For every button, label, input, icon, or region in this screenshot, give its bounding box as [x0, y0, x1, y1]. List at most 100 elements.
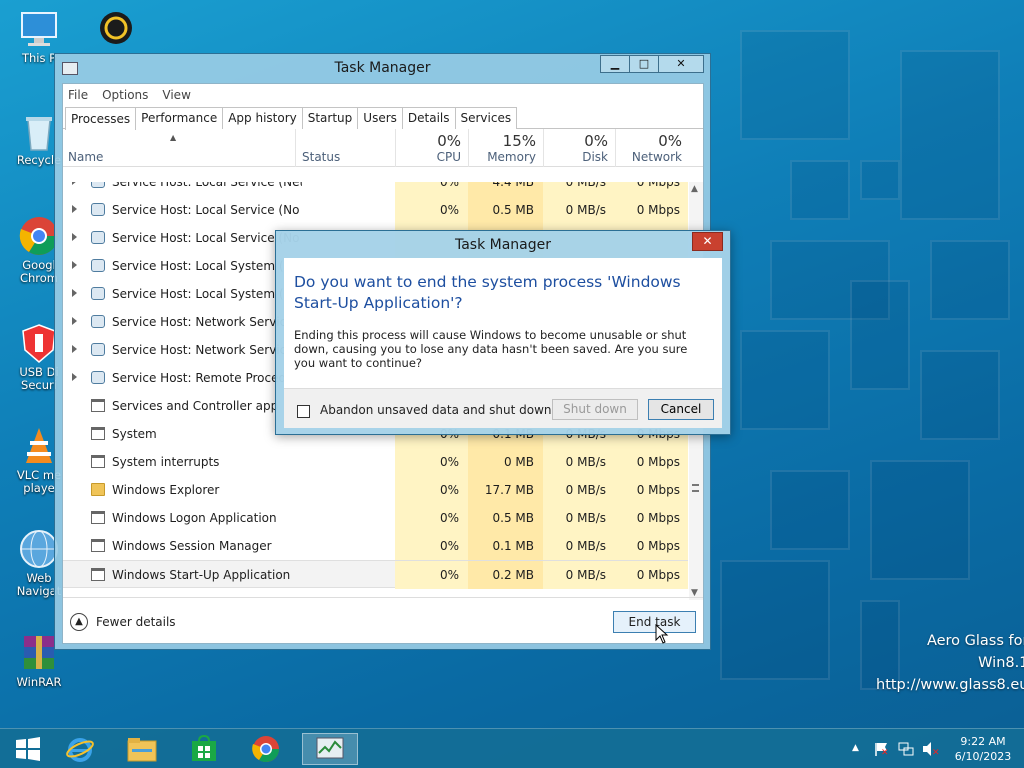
- desktop-icon-cm[interactable]: [88, 8, 144, 52]
- scroll-up-icon[interactable]: ▲: [691, 184, 698, 194]
- process-row[interactable]: Windows Session Manager 0% 0.1 MB 0 MB/s 0 M…: [63, 532, 688, 560]
- chrome-icon: [252, 736, 280, 763]
- taskbar: ▲ ✕ ✕ 9:22 AM 6/10/2023: [0, 728, 1024, 768]
- process-disk: 0 MB/s: [543, 448, 615, 476]
- tray-overflow-icon[interactable]: ▲: [852, 743, 859, 753]
- taskbar-clock[interactable]: 9:22 AM 6/10/2023: [950, 734, 1016, 764]
- end-process-dialog: Task Manager ✕ Do you want to end the sy…: [275, 230, 731, 435]
- process-gear-icon: [91, 287, 105, 300]
- taskbar-store[interactable]: [176, 733, 232, 765]
- tab-strip: Processes Performance App history Startu…: [63, 106, 703, 130]
- start-button[interactable]: [0, 733, 56, 765]
- dialog-message: Ending this process will cause Windows t…: [294, 328, 688, 370]
- taskbar-file-explorer[interactable]: [114, 733, 170, 765]
- menu-file[interactable]: File: [68, 88, 88, 102]
- expand-arrow-icon[interactable]: [72, 233, 77, 241]
- process-disk: 0 MB/s: [543, 561, 615, 589]
- abandon-data-label[interactable]: Abandon unsaved data and shut down.: [320, 403, 555, 417]
- tab-app-history[interactable]: App history: [222, 107, 303, 129]
- process-name: Windows Logon Application: [112, 511, 277, 525]
- column-network[interactable]: 0% Network: [615, 129, 689, 167]
- expand-arrow-icon[interactable]: [72, 317, 77, 325]
- column-status[interactable]: Status: [295, 129, 395, 167]
- tab-users[interactable]: Users: [357, 107, 403, 129]
- process-disk: 0 MB/s: [543, 476, 615, 504]
- process-mem: 0.5 MB: [468, 504, 543, 532]
- process-disk: 0 MB/s: [543, 504, 615, 532]
- menu-view[interactable]: View: [162, 88, 190, 102]
- column-disk[interactable]: 0% Disk: [543, 129, 615, 167]
- process-disk: 0 MB/s: [543, 532, 615, 560]
- process-cpu: 0%: [395, 196, 468, 224]
- dialog-title: Task Manager: [454, 237, 552, 253]
- start-icon: [16, 737, 40, 761]
- tab-details[interactable]: Details: [401, 107, 456, 129]
- internet-explorer-icon: [66, 738, 94, 762]
- process-win-icon: [91, 427, 105, 440]
- expand-arrow-icon[interactable]: [72, 205, 77, 213]
- svg-text:✕: ✕: [881, 748, 889, 757]
- tab-services[interactable]: Services: [454, 107, 518, 129]
- process-gear-icon: [91, 231, 105, 244]
- volume-muted-icon[interactable]: ✕: [922, 741, 940, 760]
- process-cpu: 0%: [395, 182, 468, 196]
- process-gear-icon: [91, 203, 105, 216]
- scroll-thumb-grip-icon[interactable]: [692, 484, 699, 492]
- tab-startup[interactable]: Startup: [301, 107, 359, 129]
- process-cpu: 0%: [395, 504, 468, 532]
- expand-arrow-icon[interactable]: [72, 261, 77, 269]
- process-disk: 0 MB/s: [543, 182, 615, 196]
- process-name: System interrupts: [112, 455, 220, 469]
- process-net: 0 Mbps: [615, 448, 688, 476]
- dialog-close-button[interactable]: ✕: [692, 232, 723, 251]
- process-row[interactable]: System interrupts 0% 0 MB 0 MB/s 0 Mbps: [63, 448, 688, 476]
- expand-arrow-icon[interactable]: [72, 345, 77, 353]
- column-name[interactable]: Name: [68, 150, 103, 164]
- action-center-icon[interactable]: ✕: [874, 741, 890, 760]
- menu-bar: File Options View: [63, 84, 703, 106]
- process-row[interactable]: Service Host: Local Service (Net... 0% 4.4…: [63, 182, 688, 196]
- process-gear-icon: [91, 371, 105, 384]
- process-win-icon: [91, 399, 105, 412]
- process-mem: 0.1 MB: [468, 532, 543, 560]
- process-name: Service Host: Network Service (: [112, 343, 302, 357]
- process-name: Service Host: Local System (Net: [112, 287, 302, 301]
- process-win-icon: [91, 455, 105, 468]
- process-win-icon: [91, 511, 105, 524]
- process-row[interactable]: Windows Explorer 0% 17.7 MB 0 MB/s 0 Mbps: [63, 476, 688, 504]
- process-name: Service Host: Local Service (Net...: [112, 182, 302, 189]
- process-mem: 17.7 MB: [468, 476, 543, 504]
- network-icon[interactable]: [898, 741, 914, 760]
- cancel-button[interactable]: Cancel: [648, 399, 714, 420]
- taskbar-task-manager[interactable]: [302, 733, 358, 765]
- process-mem: 0.5 MB: [468, 196, 543, 224]
- expand-arrow-icon[interactable]: [72, 182, 77, 185]
- taskbar-internet-explorer[interactable]: [52, 733, 108, 765]
- process-name: Windows Session Manager: [112, 539, 272, 553]
- tab-performance[interactable]: Performance: [135, 107, 224, 129]
- process-name: Service Host: Local Service (No I...: [112, 203, 302, 217]
- watermark-line-2: http://www.glass8.eu: [876, 677, 1024, 693]
- fewer-details-link[interactable]: ▲ Fewer details: [70, 613, 176, 631]
- shut-down-button[interactable]: Shut down: [552, 399, 638, 420]
- expand-arrow-icon[interactable]: [72, 373, 77, 381]
- clock-date: 6/10/2023: [954, 750, 1012, 763]
- minimize-button[interactable]: ▁: [600, 55, 630, 73]
- maximize-button[interactable]: □: [629, 55, 659, 73]
- watermark-line-1: Aero Glass for Win8.1: [926, 633, 1024, 671]
- column-cpu[interactable]: 0% CPU: [395, 129, 468, 167]
- process-row[interactable]: Windows Logon Application 0% 0.5 MB 0 MB/s 0…: [63, 504, 688, 532]
- dialog-heading: Do you want to end the system process 'W…: [294, 273, 681, 312]
- process-row[interactable]: Windows Start-Up Application 0% 0.2 MB 0 MB…: [63, 560, 688, 589]
- process-gear-icon: [91, 182, 105, 188]
- abandon-data-checkbox[interactable]: [297, 405, 310, 418]
- process-net: 0 Mbps: [615, 532, 688, 560]
- process-row[interactable]: Service Host: Local Service (No I... 0% 0.…: [63, 196, 688, 224]
- close-button[interactable]: ✕: [658, 55, 704, 73]
- taskbar-chrome[interactable]: [238, 733, 294, 765]
- expand-arrow-icon[interactable]: [72, 289, 77, 297]
- computer-icon: [18, 8, 60, 50]
- tab-processes[interactable]: Processes: [65, 107, 137, 130]
- column-memory[interactable]: 15% Memory: [468, 129, 543, 167]
- menu-options[interactable]: Options: [102, 88, 148, 102]
